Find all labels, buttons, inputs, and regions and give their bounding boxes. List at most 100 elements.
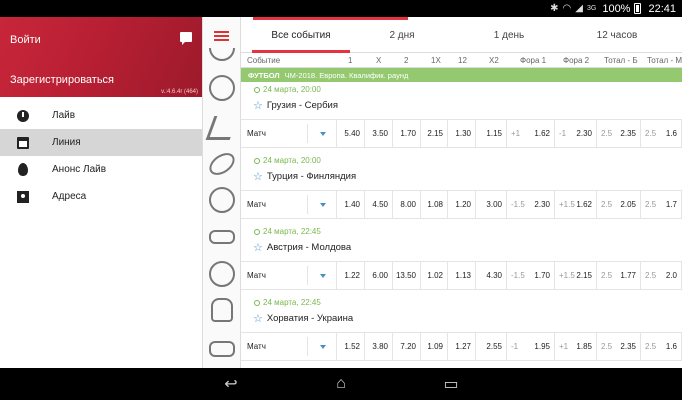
odd-cell-fora2[interactable]: +1 1.85 [555, 333, 597, 360]
handicap-value: 2.5 [601, 271, 613, 280]
league-sport: ФУТБОЛ [248, 70, 280, 80]
odd-cell[interactable]: 7.20 [393, 333, 421, 360]
odd-cell[interactable]: 2.55 [476, 333, 507, 360]
odd-cell[interactable]: 3.80 [365, 333, 393, 360]
event-teams[interactable]: ☆ Австрия - Молдова [253, 241, 351, 254]
odd-cell-fora2[interactable]: +1.5 1.62 [555, 191, 597, 218]
odd-cell[interactable]: 6.00 [365, 262, 393, 289]
chevron-down-icon[interactable] [307, 337, 337, 356]
main-content: Все события 2 дня 1 день 12 часов Событи… [241, 17, 682, 368]
bluetooth-icon: ✱ [550, 3, 559, 14]
home-icon[interactable]: ⌂ [326, 375, 356, 393]
odd-value: 2.35 [620, 129, 636, 138]
drawer-header: Войти Зарегистрироваться v.:4.6.4r (464) [0, 17, 202, 97]
odd-cell[interactable]: 1.20 [448, 191, 476, 218]
message-icon[interactable] [180, 32, 192, 45]
clock: 22:41 [648, 2, 676, 15]
basketball-icon[interactable] [208, 74, 236, 102]
odd-cell-tm[interactable]: 2.5 1.7 [641, 191, 682, 218]
football-icon[interactable] [208, 48, 236, 62]
odd-cell[interactable]: 1.15 [476, 120, 507, 147]
odd-cell[interactable]: 5.40 [337, 120, 365, 147]
star-icon[interactable]: ☆ [253, 99, 263, 112]
boxing-icon[interactable] [208, 296, 236, 324]
recent-apps-icon[interactable]: ▭ [436, 374, 466, 394]
baseball-icon[interactable] [208, 186, 236, 214]
odd-cell-tm[interactable]: 2.5 2.0 [641, 262, 682, 289]
rugby-icon[interactable] [205, 148, 239, 180]
handicap-value: +1 [559, 342, 569, 351]
odd-value: 1.70 [400, 129, 416, 138]
odd-cell[interactable]: 3.00 [476, 191, 507, 218]
odd-value: 1.77 [620, 271, 636, 280]
event-time: 24 марта, 22:45 [254, 227, 321, 236]
hockey-icon[interactable] [205, 114, 239, 142]
star-icon[interactable]: ☆ [253, 312, 263, 325]
register-link[interactable]: Зарегистрироваться [10, 74, 114, 86]
odd-cell-fora1[interactable]: +1 1.62 [507, 120, 555, 147]
odd-cell[interactable]: 4.30 [476, 262, 507, 289]
odd-cell[interactable]: 1.02 [421, 262, 448, 289]
chevron-down-icon[interactable] [307, 266, 337, 285]
menu-item-addresses[interactable]: Адреса [0, 183, 202, 210]
chevron-down-icon[interactable] [307, 195, 337, 214]
odd-cell[interactable]: 1.08 [421, 191, 448, 218]
odd-cell-tb[interactable]: 2.5 2.35 [597, 120, 641, 147]
odd-cell[interactable]: 1.40 [337, 191, 365, 218]
odd-cell-tb[interactable]: 2.5 1.77 [597, 262, 641, 289]
odd-cell-tb[interactable]: 2.5 2.35 [597, 333, 641, 360]
tab-1-day[interactable]: 1 день [454, 17, 564, 53]
market-selector[interactable]: Матч [241, 191, 337, 218]
odd-cell[interactable]: 1.09 [421, 333, 448, 360]
event-teams[interactable]: ☆ Грузия - Сербия [253, 99, 338, 112]
odd-cell-tm[interactable]: 2.5 1.6 [641, 120, 682, 147]
event-teams[interactable]: ☆ Хорватия - Украина [253, 312, 353, 325]
menu-item-live-announce[interactable]: Анонс Лайв [0, 156, 202, 183]
odd-cell[interactable]: 1.13 [448, 262, 476, 289]
odd-cell[interactable]: 4.50 [365, 191, 393, 218]
back-icon[interactable]: ↩ [216, 374, 246, 394]
odd-cell[interactable]: 1.27 [448, 333, 476, 360]
star-icon[interactable]: ☆ [253, 241, 263, 254]
odd-cell[interactable]: 1.52 [337, 333, 365, 360]
hamburger-menu-icon[interactable] [214, 31, 229, 41]
menu-item-line[interactable]: Линия [0, 129, 202, 156]
odd-cell[interactable]: 1.30 [448, 120, 476, 147]
odd-cell[interactable]: 3.50 [365, 120, 393, 147]
odd-cell-fora1[interactable]: -1.5 2.30 [507, 191, 555, 218]
event-teams-text: Хорватия - Украина [266, 313, 354, 324]
odd-cell[interactable]: 1.22 [337, 262, 365, 289]
odd-cell-tm[interactable]: 2.5 1.6 [641, 333, 682, 360]
event-teams[interactable]: ☆ Турция - Финляндия [253, 170, 356, 183]
tab-12-hours[interactable]: 12 часов [564, 17, 670, 53]
curling-icon[interactable] [208, 223, 236, 251]
tab-2-days[interactable]: 2 дня [350, 17, 454, 53]
odd-value: 1.62 [576, 200, 592, 209]
market-selector[interactable]: Матч [241, 120, 337, 147]
col-fora-2: Фора 2 [563, 56, 590, 65]
odd-value: 2.15 [427, 129, 443, 138]
odd-cell[interactable]: 2.15 [421, 120, 448, 147]
chevron-down-icon[interactable] [307, 124, 337, 143]
odd-value: 1.6 [665, 129, 677, 138]
tab-all-events[interactable]: Все события [252, 17, 350, 53]
odd-cell-fora2[interactable]: +1.5 2.15 [555, 262, 597, 289]
odd-cell-fora1[interactable]: -1 1.95 [507, 333, 555, 360]
odd-cell-fora2[interactable]: -1 2.30 [555, 120, 597, 147]
odd-cell-fora1[interactable]: -1.5 1.70 [507, 262, 555, 289]
odd-cell[interactable]: 1.70 [393, 120, 421, 147]
system-nav-bar: ↩ ⌂ ▭ [0, 368, 682, 400]
odd-cell-tb[interactable]: 2.5 2.05 [597, 191, 641, 218]
clock-icon [254, 300, 260, 306]
odd-cell[interactable]: 13.50 [393, 262, 421, 289]
menu-item-live[interactable]: Лайв [0, 102, 202, 129]
league-header[interactable]: ФУТБОЛ ЧМ-2018. Европа. Квалифик. раунд [241, 68, 682, 82]
odd-cell[interactable]: 8.00 [393, 191, 421, 218]
tennis-icon[interactable] [208, 260, 236, 288]
esports-icon[interactable] [208, 335, 236, 363]
handicap-value: 2.5 [645, 342, 657, 351]
login-link[interactable]: Войти [10, 34, 41, 46]
star-icon[interactable]: ☆ [253, 170, 263, 183]
market-selector[interactable]: Матч [241, 333, 337, 360]
market-selector[interactable]: Матч [241, 262, 337, 289]
